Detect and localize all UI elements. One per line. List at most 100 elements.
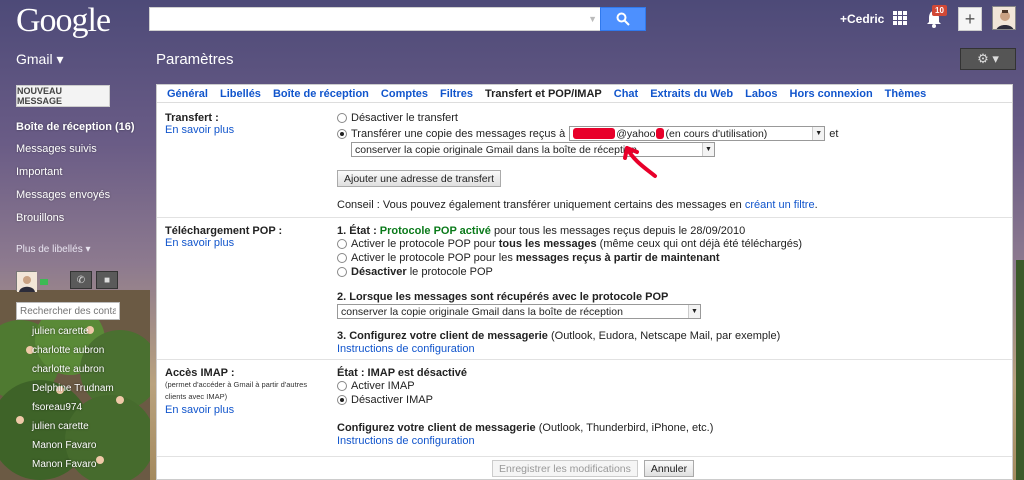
avatar[interactable] (992, 6, 1016, 30)
imap-disable-label: Désactiver IMAP (351, 394, 433, 406)
settings-tabs: Général Libellés Boîte de réception Comp… (157, 85, 1012, 103)
sidebar-item-sent[interactable]: Messages envoyés (16, 189, 110, 201)
tab-chat[interactable]: Chat (608, 85, 644, 102)
video-status-icon[interactable] (40, 279, 48, 285)
video-call-button[interactable]: ■ (96, 271, 118, 289)
chevron-down-icon: ▼ (702, 143, 714, 156)
pop-question-2: 2. Lorsque les messages sont récupérés a… (337, 291, 669, 303)
apps-grid-icon[interactable] (893, 11, 907, 25)
imap-enable-row: Activer IMAP (337, 380, 415, 392)
pop-option-all-row: Activer le protocole POP pour tous les m… (337, 238, 802, 250)
forwarding-enable-label: Transférer une copie des messages reçus … (351, 127, 566, 140)
create-filter-link[interactable]: créant un filtre (745, 199, 815, 211)
footer-buttons: Enregistrer les modifications Annuler (492, 460, 695, 477)
forwarding-title: Transfert : (165, 112, 219, 124)
share-plus-button[interactable]: + (958, 7, 982, 31)
forwarding-learn-more-link[interactable]: En savoir plus (165, 124, 234, 136)
pop-instructions-link[interactable]: Instructions de configuration (337, 343, 475, 355)
chevron-down-icon: ▼ (688, 305, 700, 318)
contact-item[interactable]: Delphine Trudnam (32, 383, 114, 394)
compose-button[interactable]: NOUVEAU MESSAGE (16, 85, 110, 107)
contact-item[interactable]: julien carette (32, 326, 89, 337)
forwarding-tip-text: Conseil : Vous pouvez également transfér… (337, 199, 742, 211)
phone-call-button[interactable]: ✆ (70, 271, 92, 289)
pop-all-radio[interactable] (337, 239, 347, 249)
imap-note: (permet d'accéder à Gmail à partir d'aut… (165, 380, 308, 401)
pop-all-label-bold: tous les messages (498, 238, 597, 250)
imap-enable-label: Activer IMAP (351, 380, 415, 392)
forwarding-action-select[interactable]: conserver la copie originale Gmail dans … (351, 142, 715, 157)
pop-now-label: Activer le protocole POP pour les (351, 252, 513, 264)
user-name-link[interactable]: +Cedric (840, 12, 884, 26)
imap-configure-note: (Outlook, Thunderbird, iPhone, etc.) (538, 422, 714, 434)
contact-item[interactable]: charlotte aubron (32, 364, 104, 375)
chat-search-input[interactable] (16, 302, 120, 320)
save-button[interactable]: Enregistrer les modifications (492, 460, 638, 477)
sidebar-item-starred[interactable]: Messages suivis (16, 143, 97, 155)
contact-item[interactable]: charlotte aubron (32, 345, 104, 356)
tab-general[interactable]: Général (161, 85, 214, 102)
search-button[interactable] (600, 7, 646, 31)
forwarding-tip: Conseil : Vous pouvez également transfér… (337, 199, 818, 211)
sidebar-item-important[interactable]: Important (16, 166, 62, 178)
contact-item[interactable]: Manon Favaro (32, 459, 96, 470)
imap-disable-radio[interactable] (337, 395, 347, 405)
pop-action-select[interactable]: conserver la copie originale Gmail dans … (337, 304, 701, 319)
add-forwarding-address-button[interactable]: Ajouter une adresse de transfert (337, 170, 502, 187)
redaction-mark (573, 128, 616, 139)
pop-option-disable-row: Désactiver le protocole POP (337, 266, 493, 278)
tab-filters[interactable]: Filtres (434, 85, 479, 102)
pop-disable-label: le protocole POP (409, 266, 493, 278)
pop-disable-radio[interactable] (337, 267, 347, 277)
more-labels-link[interactable]: Plus de libellés ▾ (16, 244, 91, 255)
tab-forwarding-pop-imap[interactable]: Transfert et POP/IMAP (479, 85, 608, 102)
pop-status-row: 1. État : Protocole POP activé pour tous… (337, 225, 745, 237)
gmail-menu[interactable]: Gmail ▾ (16, 51, 63, 68)
theme-background-edge (1016, 260, 1024, 480)
pop-now-radio[interactable] (337, 253, 347, 263)
tab-offline[interactable]: Hors connexion (784, 85, 879, 102)
tab-labels[interactable]: Libellés (214, 85, 267, 102)
tab-inbox[interactable]: Boîte de réception (267, 85, 375, 102)
forwarding-disable-radio[interactable] (337, 113, 347, 123)
imap-configure: Configurez votre client de messagerie (337, 422, 536, 434)
forwarding-and-label: et (829, 127, 839, 140)
contact-item[interactable]: Manon Favaro (32, 440, 96, 451)
cancel-button[interactable]: Annuler (643, 460, 695, 477)
forwarding-tip-period: . (814, 199, 818, 211)
pop-question-3-row: 3. Configurez votre client de messagerie… (337, 330, 780, 342)
search-icon (616, 12, 630, 26)
search-input[interactable]: ▼ (149, 7, 604, 31)
chat-avatar[interactable] (16, 271, 37, 292)
gear-icon: ⚙ ▾ (977, 51, 999, 66)
imap-instructions-link[interactable]: Instructions de configuration (337, 435, 475, 447)
settings-panel: Général Libellés Boîte de réception Comp… (156, 84, 1013, 480)
imap-title: Accès IMAP : (165, 367, 235, 379)
forwarding-disable-label: Désactiver le transfert (351, 112, 458, 124)
tab-web-clips[interactable]: Extraits du Web (644, 85, 739, 102)
imap-configure-row: Configurez votre client de messagerie (O… (337, 422, 713, 434)
chevron-down-icon[interactable]: ▼ (588, 14, 597, 24)
pop-question-3-note: (Outlook, Eudora, Netscape Mail, par exe… (550, 330, 781, 342)
pop-title: Téléchargement POP : (165, 225, 283, 237)
imap-disable-row: Désactiver IMAP (337, 394, 433, 406)
imap-learn-more-link[interactable]: En savoir plus (165, 404, 234, 416)
settings-button[interactable]: ⚙ ▾ (960, 48, 1016, 70)
sidebar-item-inbox[interactable]: Boîte de réception (16) (16, 121, 135, 133)
pop-status-label: 1. État : (337, 225, 377, 237)
pop-status-detail: pour tous les messages reçus depuis le 2… (493, 225, 746, 237)
tab-themes[interactable]: Thèmes (879, 85, 933, 102)
pop-section: Téléchargement POP : En savoir plus 1. É… (157, 218, 1012, 360)
contact-item[interactable]: julien carette (32, 421, 89, 432)
forwarding-address-select[interactable]: @yahoo (en cours d'utilisation) ▼ (569, 126, 826, 141)
tab-labs[interactable]: Labos (739, 85, 783, 102)
forwarding-enable-radio[interactable] (337, 128, 347, 139)
contact-item[interactable]: fsoreau974 (32, 402, 82, 413)
sidebar-item-drafts[interactable]: Brouillons (16, 212, 64, 224)
pop-learn-more-link[interactable]: En savoir plus (165, 237, 234, 249)
forwarding-enable-row: Transférer une copie des messages reçus … (337, 126, 838, 141)
google-logo[interactable]: Google (16, 2, 111, 40)
imap-enable-radio[interactable] (337, 381, 347, 391)
redaction-mark (656, 128, 665, 139)
tab-accounts[interactable]: Comptes (375, 85, 434, 102)
